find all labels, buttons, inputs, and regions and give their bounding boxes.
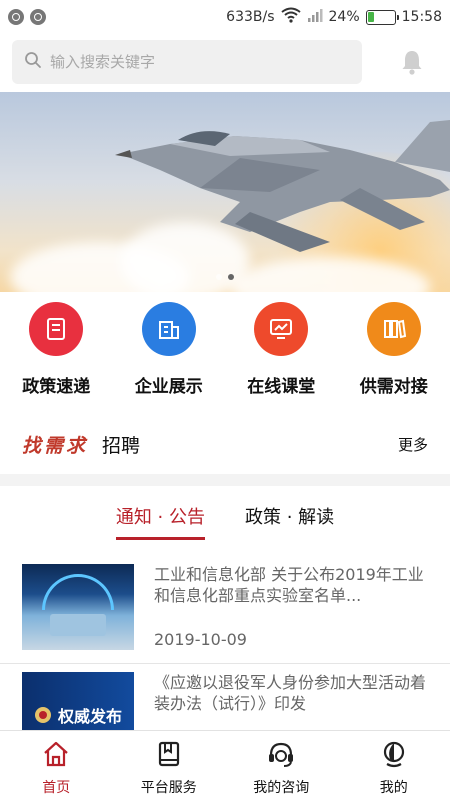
bell-icon[interactable]: [398, 48, 426, 76]
quick-item-online-class[interactable]: 在线课堂: [225, 302, 338, 402]
quick-item-supply-demand[interactable]: 供需对接: [338, 302, 450, 402]
home-icon: [39, 737, 73, 771]
quick-menu: 政策速递 企业展示 在线课堂 供需对接: [0, 302, 450, 402]
notification-app-icon: [30, 9, 46, 25]
monitor-chart-icon: [254, 302, 309, 356]
more-link[interactable]: 更多: [398, 434, 428, 455]
thumb-lab-desk: [50, 614, 106, 636]
search-icon: [24, 51, 42, 73]
quick-label: 企业展示: [134, 377, 203, 397]
news-item[interactable]: 工业和信息化部 关于公布2019年工业和信息化部重点实验室名单... 2019-…: [0, 556, 450, 664]
quick-label: 供需对接: [359, 377, 428, 397]
status-right: 633B/s 24% 15:58: [226, 7, 442, 27]
tabbar-item-services[interactable]: 平台服务: [113, 731, 226, 800]
quick-label: 在线课堂: [247, 377, 316, 397]
building-icon: [141, 302, 196, 356]
clock: 15:58: [401, 9, 442, 25]
search-box[interactable]: [12, 40, 362, 84]
news-date: 2019-10-09: [154, 630, 247, 649]
banner-carousel[interactable]: [0, 92, 450, 292]
emblem-icon: [34, 707, 51, 723]
signal-icon: [307, 8, 323, 26]
tabbar-label: 平台服务: [140, 780, 197, 796]
quick-label: 政策速递: [22, 377, 91, 397]
bottom-tabbar: 首页 平台服务 我的咨询 我的: [0, 730, 450, 800]
demand-row: 找需求 招聘 更多: [0, 424, 450, 464]
battery-fill: [368, 12, 375, 22]
news-title: 工业和信息化部 关于公布2019年工业和信息化部重点实验室名单...: [154, 565, 424, 605]
carousel-dot[interactable]: [228, 274, 234, 280]
demand-brand-logo: 找需求: [22, 434, 89, 457]
carousel-indicator: [216, 274, 234, 280]
status-bar: 633B/s 24% 15:58: [0, 0, 450, 34]
thumb-lab-arc: [42, 574, 114, 610]
thumb-caption: 权威发布: [57, 707, 122, 726]
tabbar-item-mine[interactable]: 我的: [338, 731, 450, 800]
tab-notices[interactable]: 通知 · 公告: [115, 500, 206, 540]
quick-item-enterprise[interactable]: 企业展示: [113, 302, 226, 402]
tabbar-label: 我的: [379, 780, 408, 796]
tabbar-item-home[interactable]: 首页: [0, 731, 113, 800]
tabbar-label: 我的咨询: [253, 780, 310, 796]
news-thumbnail: [22, 564, 134, 650]
network-speed: 633B/s: [226, 9, 275, 25]
tabbar-item-consultation[interactable]: 我的咨询: [225, 731, 338, 800]
books-icon: [366, 302, 421, 356]
headset-icon: [264, 737, 298, 771]
news-body: 工业和信息化部 关于公布2019年工业和信息化部重点实验室名单... 2019-…: [154, 564, 428, 655]
wifi-icon: [280, 7, 301, 27]
bookmark-book-icon: [152, 737, 186, 771]
search-row: [0, 38, 450, 86]
tabbar-label: 首页: [42, 780, 71, 796]
tab-policy-interpretation[interactable]: 政策 · 解读: [245, 500, 334, 540]
document-icon: [29, 302, 84, 356]
section-divider: [0, 474, 450, 486]
news-tabs: 通知 · 公告 政策 · 解读: [0, 500, 450, 544]
status-left: [8, 9, 46, 25]
demand-text[interactable]: 招聘: [102, 431, 140, 458]
notification-app-icon: [8, 9, 24, 25]
quick-item-policy[interactable]: 政策速递: [0, 302, 113, 402]
fighter-jet-image: [115, 120, 450, 252]
search-input[interactable]: [50, 53, 330, 71]
news-title: 《应邀以退役军人身份参加大型活动着装办法（试行）》印发: [154, 673, 427, 713]
user-icon: [377, 737, 411, 771]
battery-percent: 24%: [328, 9, 360, 25]
battery-icon: [365, 9, 399, 25]
carousel-dot[interactable]: [216, 274, 222, 280]
